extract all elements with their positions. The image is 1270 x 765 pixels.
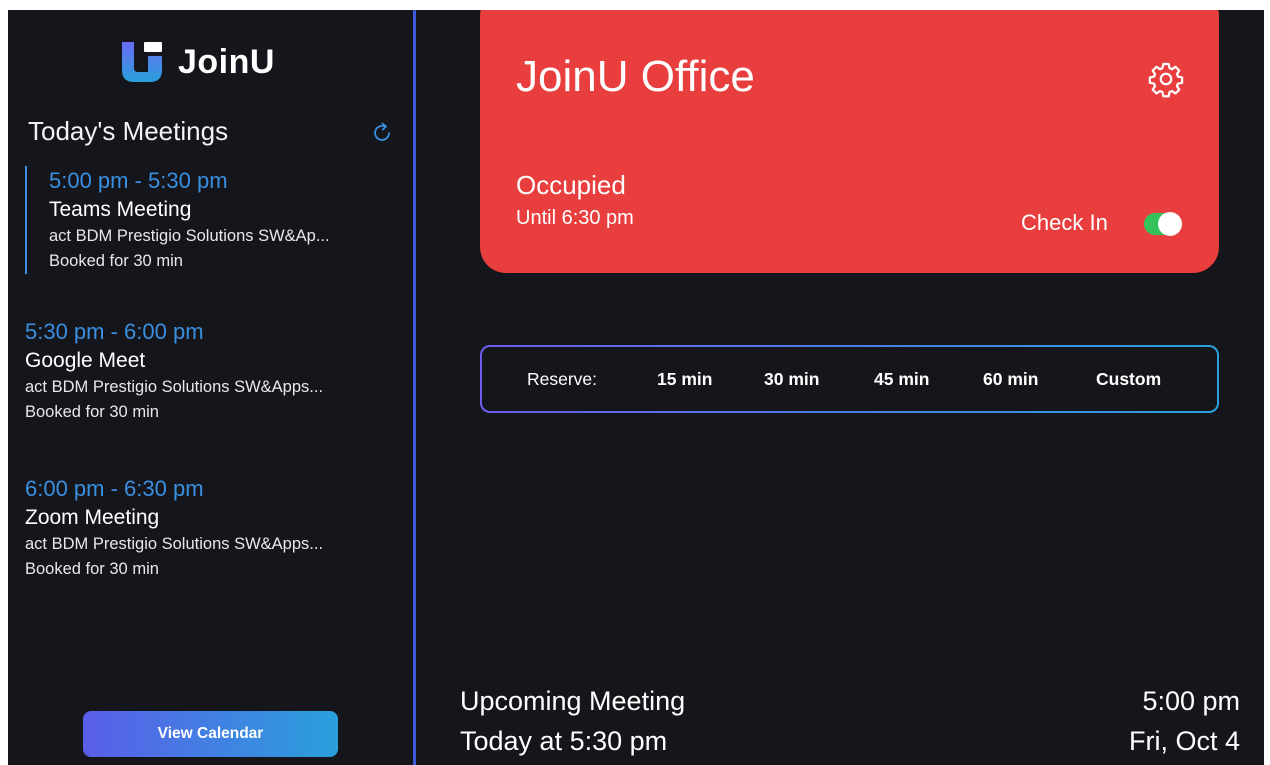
meeting-organizer: act BDM Prestigio Solutions SW&Ap... bbox=[49, 227, 330, 245]
meeting-title: Zoom Meeting bbox=[25, 506, 160, 529]
meeting-item[interactable]: 5:30 pm - 6:00 pm Google Meet act BDM Pr… bbox=[25, 317, 405, 425]
meeting-time: 5:00 pm - 5:30 pm bbox=[49, 168, 228, 193]
current-time: 5:00 pm bbox=[1142, 686, 1240, 716]
sidebar-divider bbox=[413, 10, 416, 765]
reserve-45-min-button[interactable]: 45 min bbox=[874, 369, 929, 390]
check-in-label: Check In bbox=[1021, 210, 1108, 235]
meeting-title: Teams Meeting bbox=[49, 198, 192, 221]
refresh-icon[interactable] bbox=[370, 120, 394, 144]
gear-icon[interactable] bbox=[1147, 60, 1185, 98]
meeting-item[interactable]: 6:00 pm - 6:30 pm Zoom Meeting act BDM P… bbox=[25, 474, 405, 582]
reserve-60-min-button[interactable]: 60 min bbox=[983, 369, 1038, 390]
meeting-duration: Booked for 30 min bbox=[25, 560, 159, 578]
meeting-title: Google Meet bbox=[25, 349, 146, 372]
reserve-15-min-button[interactable]: 15 min bbox=[657, 369, 712, 390]
upcoming-meeting-time: Today at 5:30 pm bbox=[460, 726, 668, 756]
reserve-custom-button[interactable]: Custom bbox=[1096, 369, 1161, 390]
reserve-bar: Reserve: 15 min 30 min 45 min 60 min Cus… bbox=[480, 345, 1219, 413]
toggle-knob bbox=[1158, 212, 1182, 236]
meeting-organizer: act BDM Prestigio Solutions SW&Apps... bbox=[25, 535, 324, 553]
joinu-logo-icon bbox=[122, 42, 162, 82]
reserve-label: Reserve: bbox=[527, 368, 598, 389]
meeting-duration: Booked for 30 min bbox=[25, 403, 159, 421]
current-date: Fri, Oct 4 bbox=[1128, 726, 1240, 756]
meeting-time: 5:30 pm - 6:00 pm bbox=[25, 319, 204, 344]
meeting-duration: Booked for 30 min bbox=[49, 252, 183, 270]
app-frame: JoinU Today's Meetings 5:00 pm - 5:30 pm… bbox=[8, 10, 1264, 765]
room-status: Occupied bbox=[516, 170, 626, 200]
room-status-card: JoinU Office Occupied Until 6:30 pm Chec… bbox=[480, 10, 1219, 273]
meeting-organizer: act BDM Prestigio Solutions SW&Apps... bbox=[25, 378, 324, 396]
app-logo: JoinU bbox=[120, 36, 275, 88]
sidebar: JoinU Today's Meetings 5:00 pm - 5:30 pm… bbox=[8, 10, 413, 765]
room-name: JoinU Office bbox=[516, 52, 755, 101]
check-in-toggle[interactable] bbox=[1144, 212, 1182, 236]
status-until: Until 6:30 pm bbox=[516, 207, 634, 229]
upcoming-meeting-title: Upcoming Meeting bbox=[460, 686, 686, 716]
reserve-30-min-button[interactable]: 30 min bbox=[764, 369, 819, 390]
todays-meetings-title: Today's Meetings bbox=[28, 116, 229, 146]
app-name: JoinU bbox=[178, 42, 275, 81]
meeting-item-current[interactable]: 5:00 pm - 5:30 pm Teams Meeting act BDM … bbox=[25, 166, 429, 274]
meeting-time: 6:00 pm - 6:30 pm bbox=[25, 476, 204, 501]
view-calendar-button[interactable]: View Calendar bbox=[83, 711, 338, 757]
